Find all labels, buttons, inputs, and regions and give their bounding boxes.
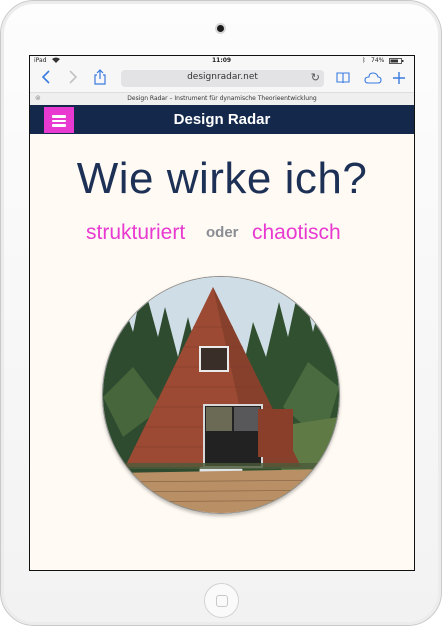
browser-viewport: iPad 11:09 ᛒ 74% designradar.net ↻ ⊗ Des…: [30, 56, 414, 570]
screen: iPad 11:09 ᛒ 74% designradar.net ↻ ⊗ Des…: [29, 55, 415, 571]
battery-icon: [389, 58, 404, 66]
separator: oder: [206, 220, 239, 246]
ipad-frame: iPad 11:09 ᛒ 74% designradar.net ↻ ⊗ Des…: [0, 0, 442, 626]
option-structured-label: strukturiert: [86, 221, 186, 244]
device-label: iPad: [34, 57, 47, 64]
reload-icon[interactable]: ↻: [311, 71, 320, 84]
page-headline: Wie wirke ich?: [76, 154, 368, 203]
site-header: Design Radar: [30, 105, 414, 134]
new-tab-icon[interactable]: [390, 69, 408, 89]
browser-toolbar: designradar.net ↻: [30, 66, 414, 92]
status-time: 11:09: [212, 57, 232, 64]
back-icon[interactable]: [38, 69, 54, 89]
address-bar[interactable]: designradar.net ↻: [121, 70, 324, 87]
a-frame-house-photo: [102, 276, 340, 514]
site-title[interactable]: Design Radar: [30, 111, 414, 128]
url-text: designradar.net: [187, 72, 258, 82]
cloud-tabs-icon[interactable]: [362, 69, 384, 89]
option-structured[interactable]: strukturiert: [86, 220, 185, 246]
camera: [217, 25, 224, 32]
bluetooth-icon: ᛒ: [362, 57, 366, 64]
option-chaotic-label: chaotisch: [252, 221, 341, 244]
option-chaotic[interactable]: chaotisch: [252, 220, 341, 246]
status-bar: iPad 11:09 ᛒ 74%: [30, 56, 414, 66]
bookmarks-icon[interactable]: [334, 69, 352, 89]
tab-bar: ⊗ Design Radar – Instrument für dynamisc…: [30, 92, 414, 106]
tab-title[interactable]: Design Radar – Instrument für dynamische…: [30, 95, 414, 102]
home-button[interactable]: [204, 583, 239, 618]
separator-label: oder: [206, 224, 239, 241]
forward-icon[interactable]: [65, 69, 81, 89]
share-icon[interactable]: [92, 69, 108, 89]
battery-percent: 74%: [371, 57, 385, 64]
wifi-icon: [52, 57, 60, 65]
